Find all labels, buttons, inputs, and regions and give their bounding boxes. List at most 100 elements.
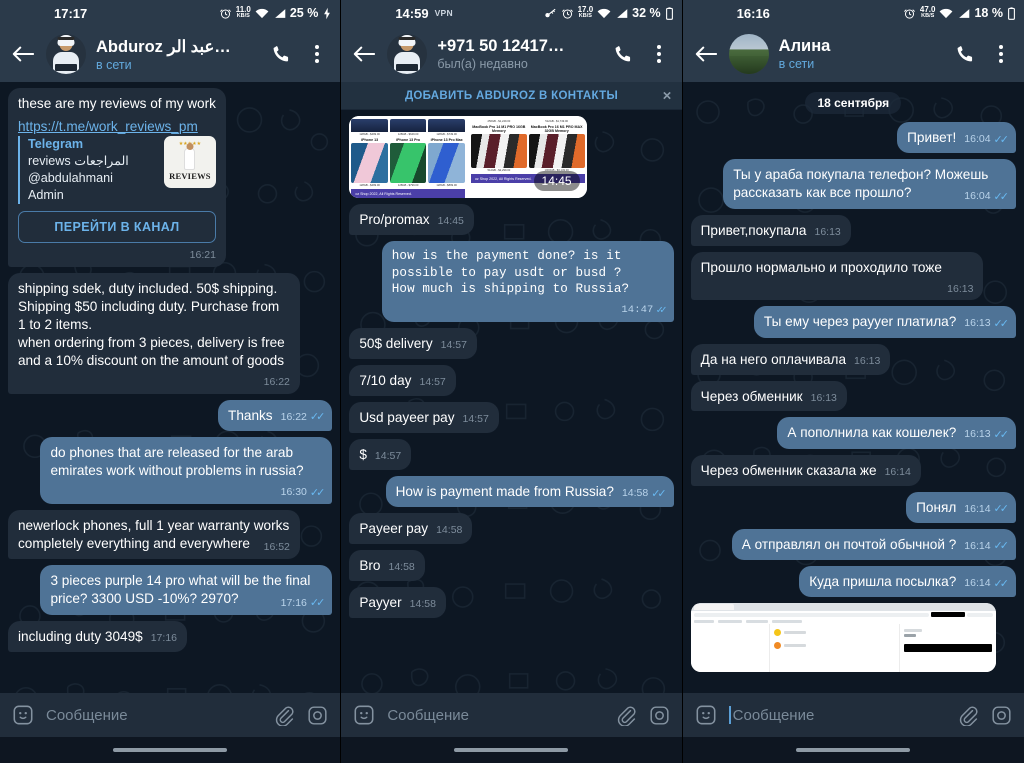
message-row[interactable]: how is the payment done? is it possible …: [349, 241, 674, 323]
more-options-button[interactable]: [646, 45, 672, 63]
message-row[interactable]: How is payment made from Russia? 14:58 ✓✓: [349, 476, 674, 508]
message-input-bar[interactable]: Сообщение: [682, 693, 1024, 737]
text-message[interactable]: Куда пришла посылка? 16:14 ✓✓: [799, 565, 1016, 598]
message-row[interactable]: Через обменник 16:13: [690, 380, 1016, 412]
camera-icon[interactable]: [649, 705, 670, 726]
more-options-button[interactable]: [304, 45, 330, 63]
text-message[interactable]: Привет! 16:04 ✓✓: [897, 122, 1016, 154]
back-button[interactable]: [693, 41, 719, 67]
text-message[interactable]: newerlock phones, full 1 year warranty w…: [8, 510, 300, 560]
back-button[interactable]: [351, 41, 377, 67]
text-message[interactable]: Понял 16:14 ✓✓: [906, 491, 1016, 523]
text-message[interactable]: Ты ему через payyer платила? 16:13 ✓✓: [753, 306, 1016, 338]
message-row[interactable]: 7/10 day 14:57: [349, 365, 673, 397]
home-indicator[interactable]: [454, 748, 569, 752]
text-message[interactable]: Ты у араба покупала телефон? Можешь расс…: [723, 159, 1016, 209]
paperclip-icon[interactable]: [958, 705, 979, 726]
call-button[interactable]: [610, 44, 636, 64]
message-row[interactable]: 3 pieces purple 14 pro what will be the …: [8, 565, 333, 615]
message-row[interactable]: Usd payeer pay 14:57: [349, 402, 673, 434]
chat-title-block[interactable]: Алина в сети: [779, 37, 942, 71]
message-row[interactable]: Thanks 16:22 ✓✓: [8, 399, 333, 431]
message-link[interactable]: https://t.me/work_reviews_pm: [18, 118, 216, 136]
message-row[interactable]: Привет,покупала 16:13: [690, 214, 1016, 246]
call-button[interactable]: [268, 44, 294, 64]
message-row[interactable]: including duty 3049$ 17:16: [8, 620, 332, 652]
message-row[interactable]: Понял 16:14 ✓✓: [691, 491, 1016, 523]
message-row[interactable]: Привет! 16:04 ✓✓: [691, 122, 1016, 154]
text-message[interactable]: Payeer pay 14:58: [349, 513, 473, 545]
message-row[interactable]: these are my reviews of my work https://…: [8, 88, 332, 268]
preview-thumbnail[interactable]: ★★★★★ REVIEWS: [163, 135, 216, 188]
add-contact-label[interactable]: ДОБАВИТЬ ABDUROZ В КОНТАКТЫ: [405, 90, 618, 102]
message-input-bar[interactable]: Сообщение: [0, 693, 341, 737]
message-row[interactable]: Прошло нормально и проходило тоже 16:13: [690, 251, 1016, 301]
message-row[interactable]: 50$ delivery 14:57: [349, 328, 673, 360]
call-button[interactable]: [952, 44, 978, 64]
message-row[interactable]: [690, 603, 1016, 673]
message-list[interactable]: these are my reviews of my work https://…: [0, 82, 340, 693]
photo-message[interactable]: [690, 603, 997, 673]
text-message[interactable]: Да на него оплачивала 16:13: [690, 343, 891, 375]
text-message[interactable]: Usd payeer pay 14:57: [349, 402, 499, 434]
text-message[interactable]: Bro 14:58: [349, 550, 425, 582]
text-message[interactable]: how is the payment done? is it possible …: [381, 241, 674, 323]
message-row[interactable]: Payeer pay 14:58: [349, 513, 673, 545]
more-options-button[interactable]: [988, 45, 1014, 63]
message-row[interactable]: newerlock phones, full 1 year warranty w…: [8, 510, 332, 560]
message-input[interactable]: Сообщение: [46, 707, 262, 724]
message-row[interactable]: shipping sdek, duty included. 50$ shippi…: [8, 273, 332, 394]
paperclip-icon[interactable]: [274, 705, 295, 726]
link-preview-card[interactable]: Telegram reviews المراجعات @abdulahmani …: [18, 135, 216, 205]
sticker-icon[interactable]: [12, 704, 34, 726]
message-input[interactable]: Сообщение: [387, 707, 603, 724]
text-message[interactable]: А отправлял он почтой обычной ? 16:14 ✓✓: [731, 528, 1016, 560]
add-contact-banner[interactable]: ДОБАВИТЬ ABDUROZ В КОНТАКТЫ ×: [341, 82, 682, 110]
text-message[interactable]: Pro/promax 14:45: [349, 204, 474, 236]
message-row[interactable]: Payyer 14:58: [349, 587, 673, 619]
photo-message[interactable]: 128GB - $499.00 iPhone 13 128GB - $649.0…: [349, 116, 587, 199]
message-row[interactable]: А отправлял он почтой обычной ? 16:14 ✓✓: [691, 528, 1016, 560]
text-message[interactable]: Payyer 14:58: [349, 587, 446, 619]
avatar[interactable]: [728, 34, 769, 74]
link-preview-message[interactable]: these are my reviews of my work https://…: [8, 88, 226, 268]
avatar[interactable]: [46, 34, 86, 74]
home-indicator[interactable]: [796, 748, 911, 752]
message-row[interactable]: Ты у араба покупала телефон? Можешь расс…: [691, 159, 1016, 209]
close-icon[interactable]: ×: [663, 88, 672, 103]
message-row[interactable]: Да на него оплачивала 16:13: [690, 343, 1016, 375]
message-input[interactable]: Сообщение: [728, 706, 946, 724]
chat-title-block[interactable]: +971 50 12417… был(а) недавно: [437, 37, 599, 71]
message-row[interactable]: $ 14:57: [349, 439, 673, 471]
sticker-icon[interactable]: [695, 704, 717, 726]
message-row[interactable]: 128GB - $499.00 iPhone 13 128GB - $649.0…: [349, 116, 673, 199]
chat-body[interactable]: 18 сентября Привет! 16:04 ✓✓ Ты у араба п…: [682, 82, 1024, 693]
message-list[interactable]: 18 сентября Привет! 16:04 ✓✓ Ты у араба п…: [683, 82, 1024, 693]
camera-icon[interactable]: [307, 705, 328, 726]
message-row[interactable]: Куда пришла посылка? 16:14 ✓✓: [691, 565, 1016, 598]
message-row[interactable]: Через обменник сказала же 16:14: [690, 454, 1016, 486]
text-message[interactable]: Привет,покупала 16:13: [690, 214, 851, 246]
join-channel-button[interactable]: ПЕРЕЙТИ В КАНАЛ: [18, 211, 216, 244]
back-button[interactable]: [10, 41, 36, 67]
text-message[interactable]: Прошло нормально и проходило тоже 16:13: [690, 251, 984, 301]
text-message[interactable]: including duty 3049$ 17:16: [8, 620, 187, 652]
text-message[interactable]: А пополнила как кошелек? 16:13 ✓✓: [777, 417, 1016, 449]
sticker-icon[interactable]: [353, 704, 375, 726]
text-message[interactable]: How is payment made from Russia? 14:58 ✓✓: [385, 476, 674, 508]
text-message[interactable]: Thanks 16:22 ✓✓: [218, 399, 333, 431]
avatar[interactable]: [387, 34, 428, 74]
text-message[interactable]: Через обменник 16:13: [690, 380, 847, 412]
chat-body[interactable]: 128GB - $499.00 iPhone 13 128GB - $649.0…: [341, 110, 682, 693]
text-message[interactable]: 3 pieces purple 14 pro what will be the …: [40, 565, 333, 615]
home-indicator[interactable]: [113, 748, 228, 752]
chat-body[interactable]: these are my reviews of my work https://…: [0, 82, 341, 693]
text-message[interactable]: 50$ delivery 14:57: [349, 328, 477, 360]
message-row[interactable]: Ты ему через payyer платила? 16:13 ✓✓: [691, 306, 1016, 338]
message-row[interactable]: Bro 14:58: [349, 550, 673, 582]
text-message[interactable]: $ 14:57: [349, 439, 412, 471]
paperclip-icon[interactable]: [616, 705, 637, 726]
text-message[interactable]: do phones that are released for the arab…: [40, 436, 333, 505]
text-message[interactable]: shipping sdek, duty included. 50$ shippi…: [8, 273, 300, 394]
camera-icon[interactable]: [991, 705, 1012, 726]
